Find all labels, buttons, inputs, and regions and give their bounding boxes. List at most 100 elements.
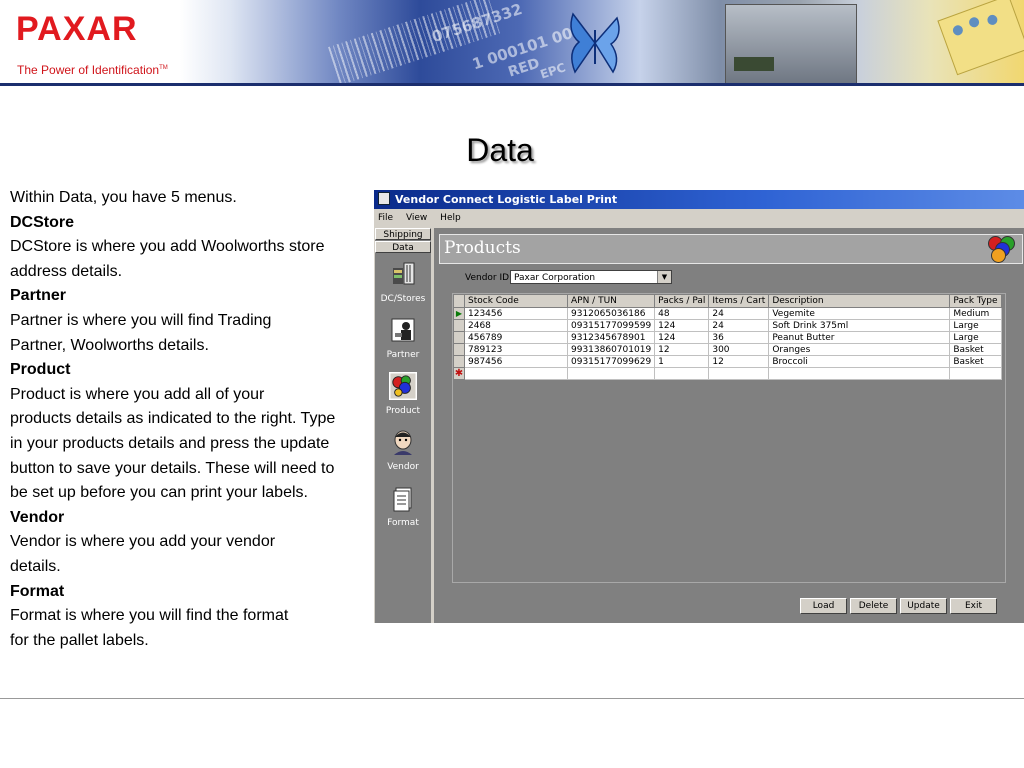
menu-help[interactable]: Help	[440, 213, 461, 223]
cell[interactable]	[768, 367, 951, 380]
menu-file[interactable]: File	[378, 213, 393, 223]
cell[interactable]: Broccoli	[768, 355, 951, 368]
vendor-id-value: Paxar Corporation	[514, 273, 596, 283]
logo-tagline: The Power of IdentificationTM	[17, 63, 168, 77]
section-heading: Format	[10, 582, 65, 600]
column-header[interactable]: APN / TUN	[566, 294, 656, 308]
vendor-id-select[interactable]: Paxar Corporation ▼	[510, 270, 672, 284]
table-row[interactable]: 456789 9312345678901 124 36 Peanut Butte…	[453, 331, 1003, 344]
delete-button[interactable]: Delete	[850, 598, 897, 614]
cell[interactable]	[566, 367, 656, 380]
tab-data[interactable]: Data	[375, 241, 431, 253]
section-text: in your products details and press the u…	[10, 434, 330, 452]
banner-number: EPC	[538, 60, 568, 82]
cell[interactable]: 24	[708, 307, 770, 320]
section-text: products details as indicated to the rig…	[10, 410, 336, 428]
cell[interactable]: Peanut Butter	[768, 331, 951, 344]
cell[interactable]: 2468	[464, 319, 568, 332]
banner-divider	[0, 83, 1024, 86]
table-row[interactable]: 987456 09315177099629 1 12 Broccoli Bask…	[453, 355, 1003, 368]
format-document-icon	[393, 487, 412, 512]
app-window: Vendor Connect Logistic Label Print File…	[374, 190, 1024, 623]
cell[interactable]: 300	[708, 343, 770, 356]
nav-format[interactable]: Format	[375, 484, 431, 528]
section-heading: Product	[10, 361, 71, 379]
side-navigation: Shipping Data DC/Stores Partner Product …	[375, 228, 431, 623]
load-button[interactable]: Load	[800, 598, 847, 614]
column-header[interactable]: Items / Cart	[708, 294, 770, 308]
cell[interactable]: 124	[654, 319, 710, 332]
row-selector[interactable]	[453, 343, 465, 356]
cell[interactable]: Soft Drink 375ml	[768, 319, 951, 332]
nav-partner[interactable]: Partner	[375, 316, 431, 360]
cell[interactable]: 48	[654, 307, 710, 320]
cell[interactable]: 24	[708, 319, 770, 332]
cell[interactable]	[949, 367, 1003, 380]
row-selector[interactable]	[453, 355, 465, 368]
cell[interactable]: Oranges	[768, 343, 951, 356]
section-text: address details.	[10, 262, 123, 280]
cell[interactable]: 9312065036186	[566, 307, 656, 320]
products-grid: Stock Code APN / TUN Packs / Pal Items /…	[452, 293, 1006, 583]
table-row[interactable]: 789123 99313860701019 12 300 Oranges Bas…	[453, 343, 1003, 356]
nav-vendor[interactable]: Vendor	[375, 428, 431, 472]
cell[interactable]: 09315177099599	[566, 319, 656, 332]
cell[interactable]: 09315177099629	[566, 355, 656, 368]
cell[interactable]: 456789	[464, 331, 568, 344]
cell[interactable]: 12	[654, 343, 710, 356]
nav-label: Format	[387, 518, 419, 528]
new-row-star-icon[interactable]: ✱	[453, 367, 465, 380]
cell[interactable]: 789123	[464, 343, 568, 356]
panel-title: Products	[444, 238, 521, 258]
products-table: Stock Code APN / TUN Packs / Pal Items /…	[453, 294, 1003, 380]
tab-shipping[interactable]: Shipping	[375, 228, 431, 240]
cell[interactable]	[708, 367, 770, 380]
chevron-down-icon[interactable]: ▼	[657, 271, 671, 283]
window-titlebar[interactable]: Vendor Connect Logistic Label Print	[374, 190, 1024, 209]
menu-view[interactable]: View	[406, 213, 427, 223]
nav-product[interactable]: Product	[375, 372, 431, 416]
row-selector[interactable]	[453, 331, 465, 344]
cell[interactable]: Large	[949, 319, 1003, 332]
product-balls-icon	[988, 236, 1016, 263]
cell[interactable]: 123456	[464, 307, 568, 320]
column-header[interactable]: Description	[768, 294, 951, 308]
product-balls-icon	[389, 372, 417, 400]
section-text: Vendor is where you add your vendor	[10, 533, 276, 551]
table-row[interactable]: 2468 09315177099599 124 24 Soft Drink 37…	[453, 319, 1003, 332]
cell[interactable]: Vegemite	[768, 307, 951, 320]
column-header[interactable]: Stock Code	[464, 294, 568, 308]
row-selector-header[interactable]	[453, 294, 465, 308]
cell[interactable]: Large	[949, 331, 1003, 344]
cell[interactable]: Basket	[949, 355, 1003, 368]
section-heading: DCStore	[10, 213, 75, 231]
new-row[interactable]: ✱	[453, 367, 1003, 380]
butterfly-icon	[570, 12, 620, 74]
partner-person-icon	[391, 318, 415, 342]
exit-button[interactable]: Exit	[950, 598, 997, 614]
cell[interactable]	[464, 367, 568, 380]
column-header[interactable]: Packs / Pal	[654, 294, 710, 308]
menu-bar: File View Help	[374, 210, 1024, 226]
cell[interactable]: 99313860701019	[566, 343, 656, 356]
current-row-indicator-icon[interactable]: ▶	[453, 307, 465, 320]
rfid-card-image	[937, 0, 1024, 76]
cell[interactable]	[654, 367, 710, 380]
cell[interactable]: 124	[654, 331, 710, 344]
cell[interactable]: 1	[654, 355, 710, 368]
nav-label: Vendor	[387, 462, 419, 472]
column-header[interactable]: Pack Type	[949, 294, 1003, 308]
cell[interactable]: Medium	[949, 307, 1003, 320]
table-row[interactable]: ▶ 123456 9312065036186 48 24 Vegemite Me…	[453, 307, 1003, 320]
nav-dc-stores[interactable]: DC/Stores	[375, 260, 431, 304]
header-banner: 075687332 1 000101 001 RED EPC PAXAR The…	[0, 0, 1024, 86]
section-text: for the pallet labels.	[10, 631, 149, 649]
cell[interactable]: 9312345678901	[566, 331, 656, 344]
row-selector[interactable]	[453, 319, 465, 332]
products-panel: Products Vendor ID Paxar Corporation ▼ S…	[434, 228, 1024, 623]
cell[interactable]: 36	[708, 331, 770, 344]
cell[interactable]: 987456	[464, 355, 568, 368]
update-button[interactable]: Update	[900, 598, 947, 614]
cell[interactable]: 12	[708, 355, 770, 368]
cell[interactable]: Basket	[949, 343, 1003, 356]
